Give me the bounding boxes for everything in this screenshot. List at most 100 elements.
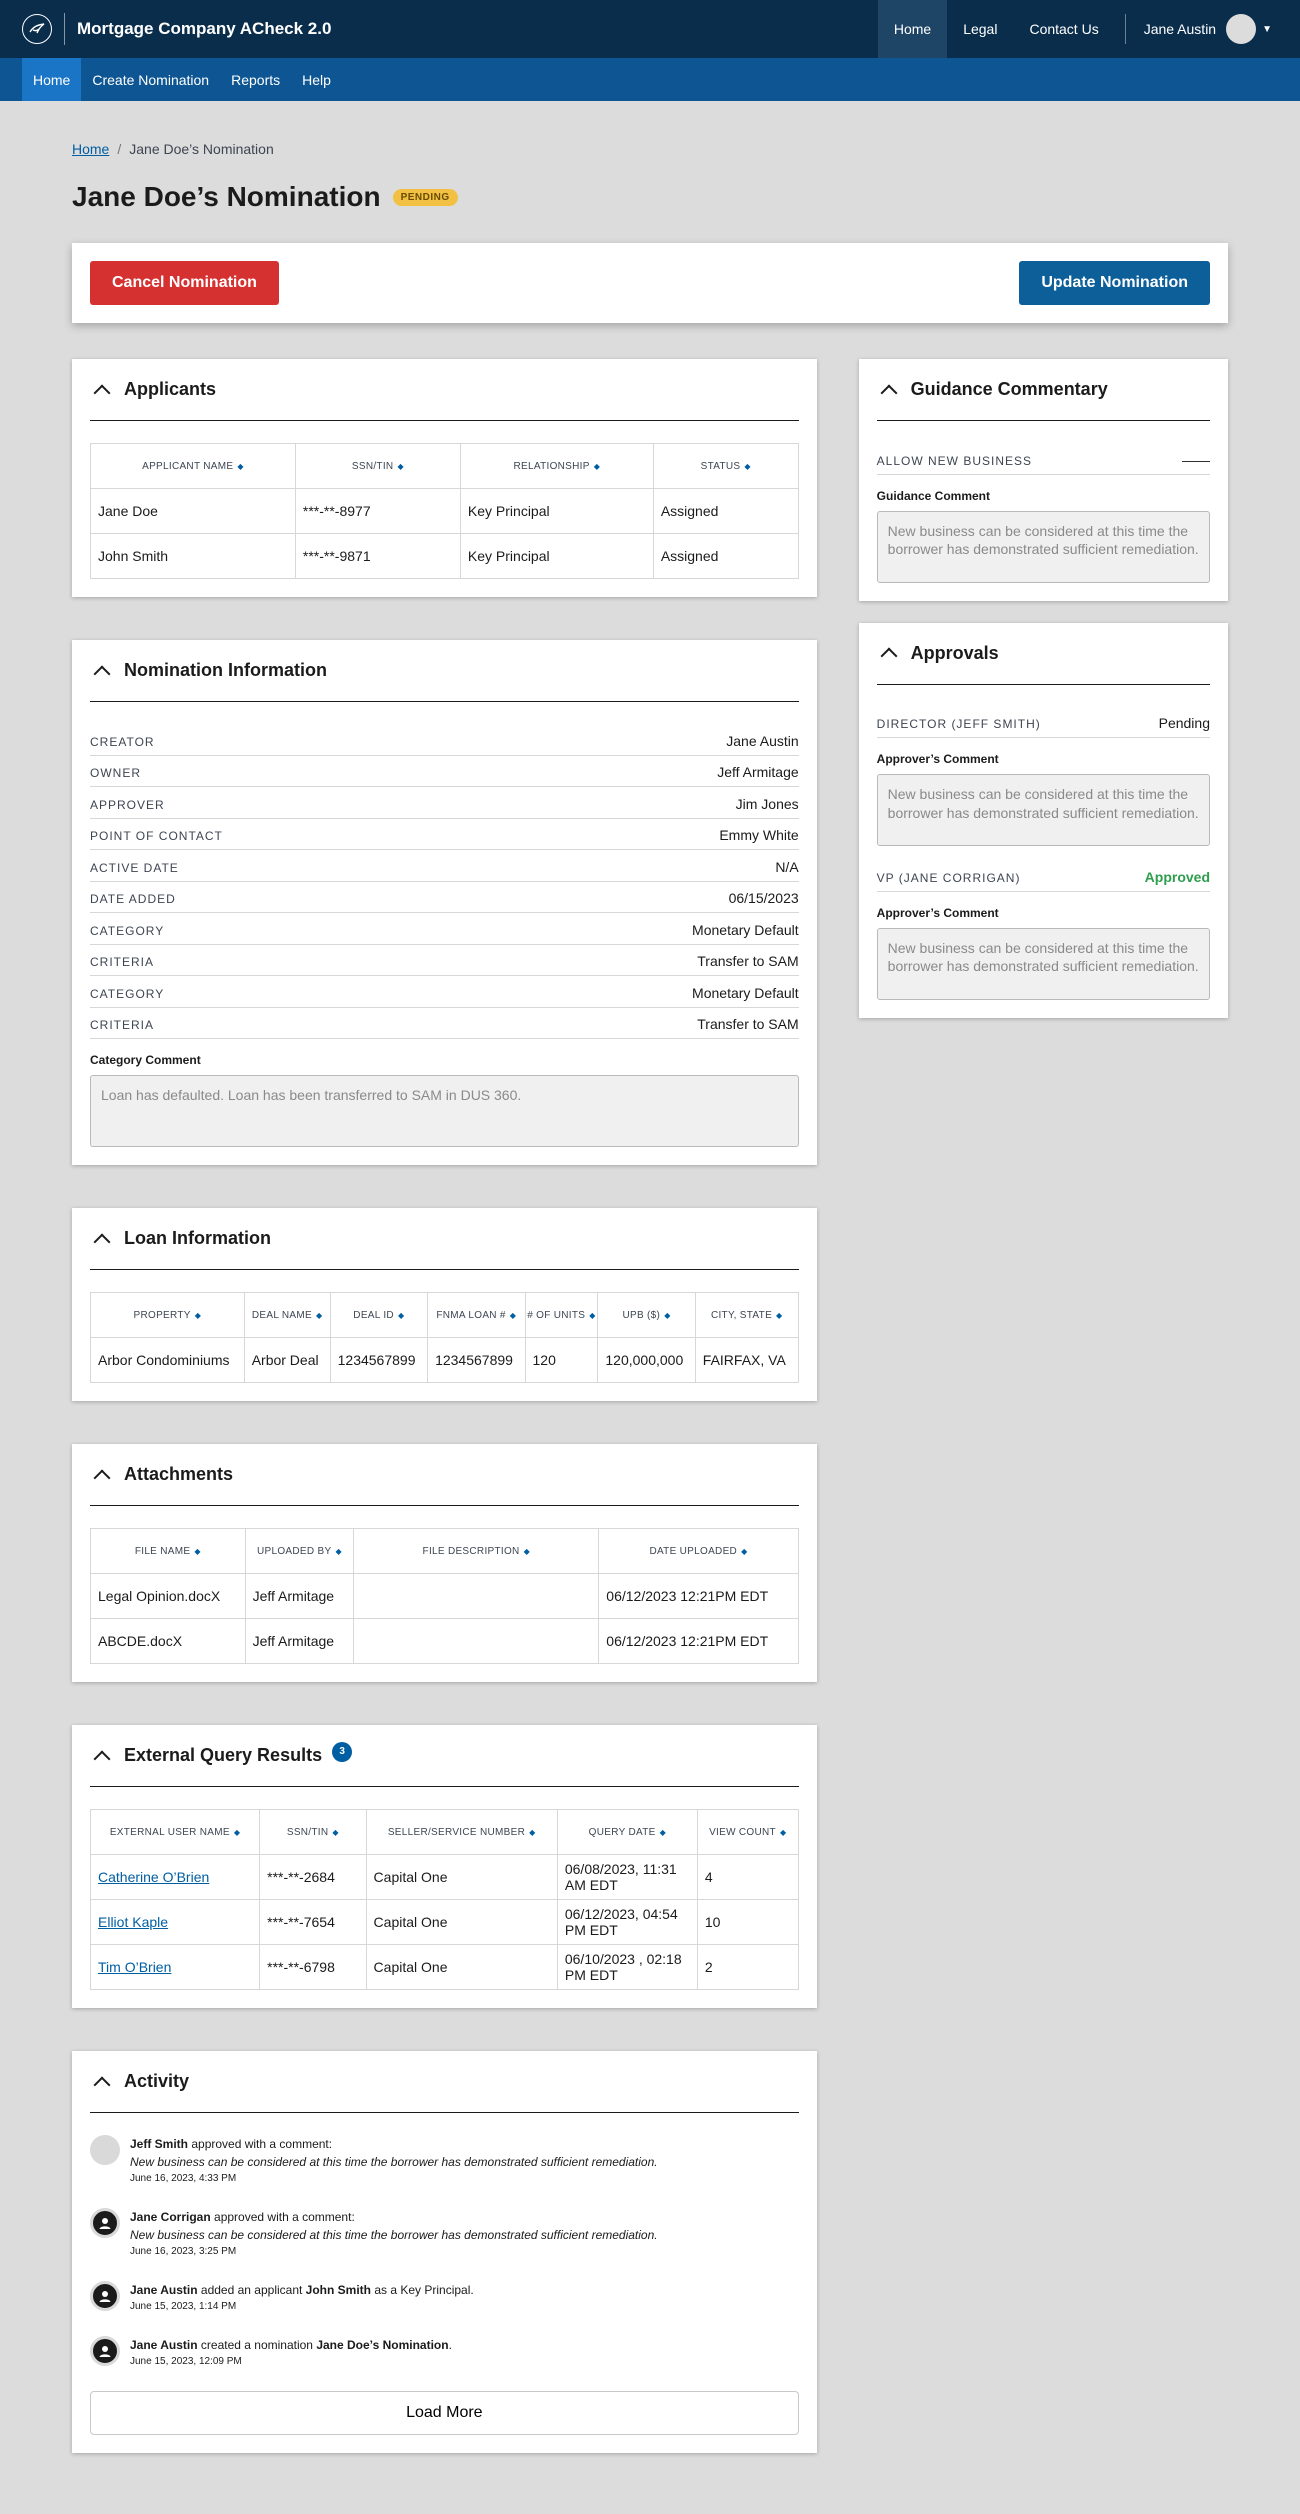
column-header[interactable]: CITY, STATE ◆ bbox=[694, 1292, 799, 1338]
column-header[interactable]: FILE DESCRIPTION ◆ bbox=[353, 1528, 600, 1574]
card-title: Approvals bbox=[910, 642, 999, 663]
column-header[interactable]: RELATIONSHIP ◆ bbox=[459, 443, 654, 489]
breadcrumb-home-link[interactable]: Home bbox=[72, 141, 109, 157]
sort-icon: ◆ bbox=[332, 1827, 339, 1837]
activity-item: Jane Austin added an applicant John Smit… bbox=[90, 2281, 799, 2314]
table-cell: 2 bbox=[696, 1944, 799, 1990]
column-header[interactable]: QUERY DATE ◆ bbox=[556, 1809, 698, 1855]
table-cell: Capital One bbox=[365, 1854, 558, 1900]
cancel-nomination-button[interactable]: Cancel Nomination bbox=[90, 261, 279, 305]
attachments-card: Attachments FILE NAME ◆ UPLOADED BY ◆ FILE… bbox=[72, 1444, 817, 1682]
activity-user: Jane Austin bbox=[130, 2338, 198, 2352]
column-header[interactable]: DEAL ID ◆ bbox=[329, 1292, 429, 1338]
table-cell: 06/10/2023 , 02:18 PM EDT bbox=[556, 1944, 698, 1990]
column-header[interactable]: UPLOADED BY ◆ bbox=[244, 1528, 355, 1574]
column-header[interactable]: EXTERNAL USER NAME ◆ bbox=[89, 1809, 261, 1855]
table-cell[interactable]: Legal Opinion.docX bbox=[90, 1573, 246, 1619]
table-cell: Assigned bbox=[652, 488, 799, 534]
card-title: Nomination Information bbox=[124, 660, 327, 680]
table-cell: ***-**-8977 bbox=[294, 488, 461, 534]
user-circle-icon bbox=[90, 2336, 120, 2366]
column-header[interactable]: FNMA LOAN # ◆ bbox=[427, 1292, 526, 1338]
brand[interactable]: Mortgage Company ACheck 2.0 bbox=[0, 0, 331, 58]
card-title: Loan Information bbox=[124, 1228, 271, 1248]
field-key: POINT OF CONTACT bbox=[90, 829, 223, 843]
sub-nav: Home Create Nomination Reports Help bbox=[0, 58, 1300, 101]
column-header[interactable]: SELLER/SERVICE NUMBER ◆ bbox=[365, 1809, 558, 1855]
attachments-table: FILE NAME ◆ UPLOADED BY ◆ FILE DESCRIPTION… bbox=[90, 1528, 799, 1664]
field-key: DATE ADDED bbox=[90, 892, 176, 906]
category-comment-field[interactable]: Loan has defaulted. Loan has been transf… bbox=[90, 1075, 799, 1147]
user-link[interactable]: Tim O’Brien bbox=[98, 1959, 171, 1975]
column-header[interactable]: # OF UNITS ◆ bbox=[524, 1292, 599, 1338]
chevron-up-icon[interactable] bbox=[880, 647, 898, 665]
table-cell: Arbor Deal bbox=[243, 1337, 331, 1383]
load-more-button[interactable]: Load More bbox=[90, 2391, 799, 2435]
approver-comment-field[interactable]: New business can be considered at this t… bbox=[876, 927, 1210, 1000]
topnav-legal[interactable]: Legal bbox=[947, 0, 1013, 58]
activity-target: Jane Doe’s Nomination bbox=[316, 2338, 449, 2352]
subnav-home[interactable]: Home bbox=[22, 58, 82, 101]
avatar bbox=[90, 2135, 120, 2165]
update-nomination-button[interactable]: Update Nomination bbox=[1019, 261, 1210, 305]
activity-text: created a nomination bbox=[197, 2338, 317, 2352]
chevron-up-icon[interactable] bbox=[93, 1750, 111, 1767]
activity-timestamp: June 15, 2023, 12:09 PM bbox=[130, 2356, 242, 2367]
subnav-help[interactable]: Help bbox=[291, 58, 342, 101]
table-cell: John Smith bbox=[90, 533, 296, 579]
user-menu[interactable]: Jane Austin ▼ bbox=[1136, 0, 1300, 58]
table-cell: 06/08/2023, 11:31 AM EDT bbox=[556, 1854, 698, 1900]
table-cell: 06/12/2023 12:21PM EDT bbox=[598, 1618, 799, 1664]
approvals-card: Approvals DIRECTOR (JEFF SMITH) Pending … bbox=[858, 622, 1228, 1018]
user-name: Jane Austin bbox=[1143, 21, 1217, 37]
column-header[interactable]: SSN/TIN ◆ bbox=[294, 443, 461, 489]
user-link[interactable]: Elliot Kaple bbox=[98, 1914, 168, 1930]
column-header[interactable]: STATUS ◆ bbox=[652, 443, 799, 489]
chevron-up-icon[interactable] bbox=[93, 1233, 111, 1250]
field-key: APPROVER bbox=[90, 797, 165, 812]
sort-icon: ◆ bbox=[194, 1310, 202, 1320]
chevron-up-icon[interactable] bbox=[93, 384, 111, 401]
field-row: CRITERIA Transfer to SAM bbox=[90, 1008, 799, 1039]
column-header[interactable]: DATE UPLOADED ◆ bbox=[598, 1528, 799, 1574]
column-header[interactable]: SSN/TIN ◆ bbox=[259, 1809, 367, 1855]
user-link[interactable]: Catherine O’Brien bbox=[98, 1869, 209, 1885]
guidance-comment-field[interactable]: New business can be considered at this t… bbox=[876, 510, 1210, 583]
chevron-up-icon[interactable] bbox=[93, 1469, 111, 1486]
subnav-create-nomination[interactable]: Create Nomination bbox=[81, 58, 220, 101]
table-cell: ***-**-2684 bbox=[259, 1854, 367, 1900]
field-row: CATEGORY Monetary Default bbox=[90, 913, 799, 945]
sort-icon: ◆ bbox=[233, 1827, 241, 1837]
column-header[interactable]: DEAL NAME ◆ bbox=[243, 1292, 331, 1338]
activity-user: Jane Corrigan bbox=[130, 2210, 211, 2224]
table-cell: FAIRFAX, VA bbox=[694, 1337, 799, 1383]
brand-divider bbox=[64, 13, 65, 45]
table-cell bbox=[353, 1618, 600, 1664]
topnav-home[interactable]: Home bbox=[877, 0, 948, 58]
chevron-up-icon[interactable] bbox=[93, 665, 111, 682]
topnav-divider bbox=[1124, 14, 1126, 44]
table-cell[interactable]: ABCDE.docX bbox=[90, 1618, 246, 1664]
table-cell: Assigned bbox=[652, 533, 799, 579]
activity-text: approved with a comment: bbox=[188, 2137, 333, 2151]
approver-comment-field[interactable]: New business can be considered at this t… bbox=[876, 774, 1210, 846]
chevron-up-icon[interactable] bbox=[93, 2076, 111, 2093]
sort-icon: ◆ bbox=[744, 461, 751, 471]
subnav-reports[interactable]: Reports bbox=[220, 58, 291, 101]
table-row: Elliot Kaple ***-**-7654 Capital One 06/… bbox=[89, 1899, 799, 1945]
table-cell: Tim O’Brien bbox=[89, 1944, 261, 1990]
column-header[interactable]: VIEW COUNT ◆ bbox=[696, 1809, 799, 1855]
sort-icon: ◆ bbox=[315, 1310, 323, 1320]
chevron-up-icon[interactable] bbox=[880, 384, 898, 401]
column-header[interactable]: FILE NAME ◆ bbox=[90, 1528, 246, 1574]
column-header[interactable]: APPLICANT NAME ◆ bbox=[90, 443, 296, 489]
activity-timestamp: June 16, 2023, 4:33 PM bbox=[130, 2173, 237, 2184]
column-header[interactable]: PROPERTY ◆ bbox=[90, 1292, 245, 1338]
field-key: ALLOW NEW BUSINESS bbox=[876, 453, 1033, 468]
column-header[interactable]: UPB ($) ◆ bbox=[597, 1292, 696, 1338]
topnav-contact-us[interactable]: Contact Us bbox=[1013, 0, 1114, 58]
table-cell: Capital One bbox=[365, 1899, 558, 1945]
field-row: CREATOR Jane Austin bbox=[90, 724, 799, 756]
applicants-table: APPLICANT NAME ◆ SSN/TIN ◆ RELATIONSHIP ◆ S… bbox=[90, 443, 799, 579]
nomination-info-card: Nomination Information CREATOR Jane Austi… bbox=[72, 640, 817, 1165]
